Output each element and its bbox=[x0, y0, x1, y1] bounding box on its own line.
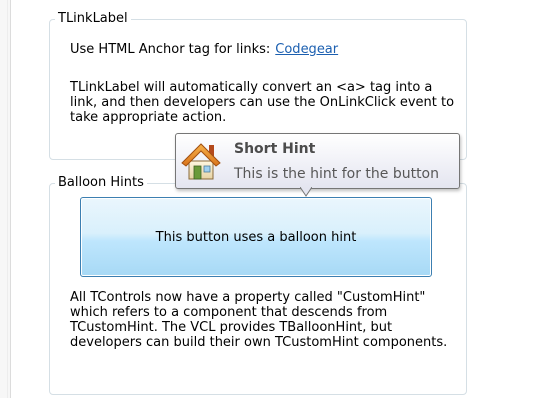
codegear-link[interactable]: Codegear bbox=[275, 42, 338, 57]
tlinklabel-description: TLinkLabel will automatically convert an… bbox=[70, 80, 455, 125]
hint-title: Short Hint bbox=[234, 141, 316, 157]
house-icon bbox=[181, 143, 221, 180]
anchor-label: Use HTML Anchor tag for links: bbox=[70, 42, 271, 57]
anchor-line: Use HTML Anchor tag for links: Codegear bbox=[70, 42, 338, 57]
balloon-hints-groupbox: Balloon Hints This button uses a balloon… bbox=[49, 175, 467, 395]
balloon-hints-group-title: Balloon Hints bbox=[55, 175, 147, 191]
hint-pointer bbox=[300, 187, 312, 197]
balloon-hint-popup: Short Hint This is the hint for the butt… bbox=[175, 133, 460, 189]
window-left-edge bbox=[0, 0, 11, 398]
tlinklabel-group-title: TLinkLabel bbox=[55, 11, 131, 27]
balloon-hint-button[interactable]: This button uses a balloon hint bbox=[80, 197, 432, 277]
balloon-hints-description: All TControls now have a property called… bbox=[70, 290, 448, 350]
hint-text: This is the hint for the button bbox=[234, 166, 439, 182]
